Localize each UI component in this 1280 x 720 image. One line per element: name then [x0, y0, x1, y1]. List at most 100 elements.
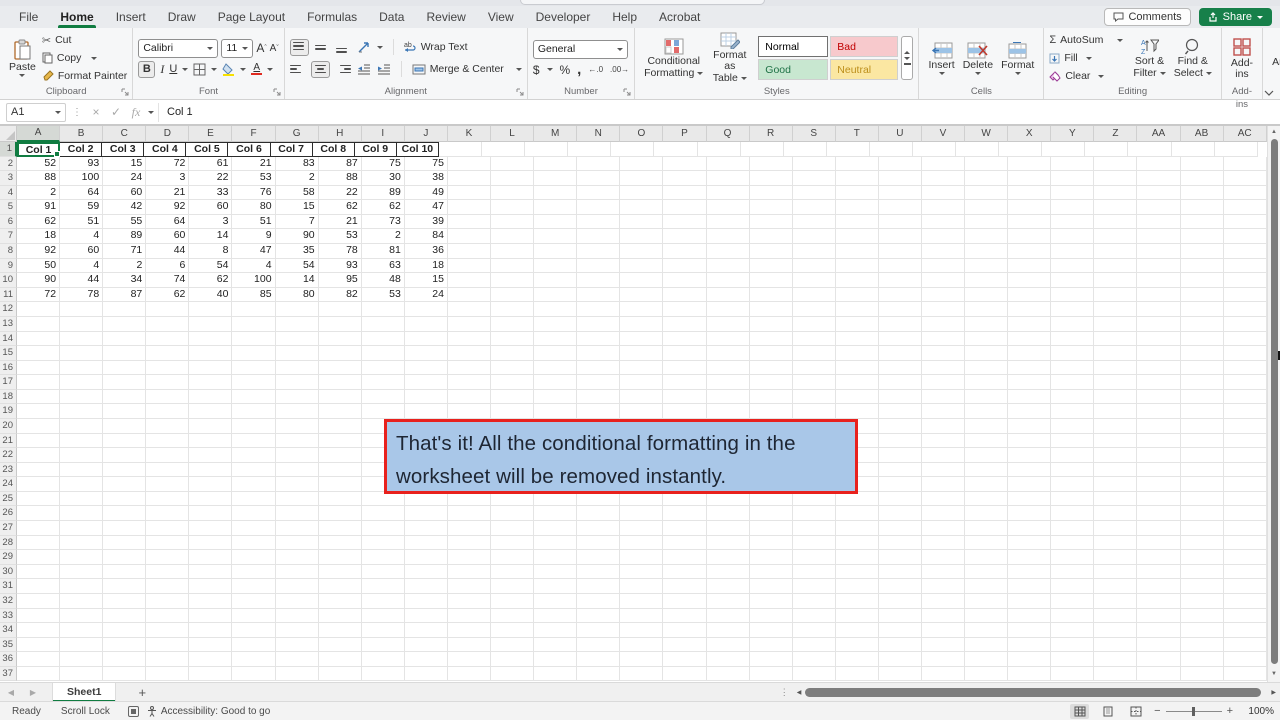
cell-I37[interactable]	[361, 666, 405, 682]
cell-Z2[interactable]	[1094, 156, 1138, 172]
cell-D16[interactable]	[146, 360, 190, 376]
cell-AC21[interactable]	[1223, 433, 1267, 449]
cell-P9[interactable]	[663, 258, 707, 274]
cell-Z7[interactable]	[1094, 229, 1138, 245]
cell-V19[interactable]	[921, 404, 966, 419]
delete-cells-button[interactable]: Delete	[959, 41, 997, 76]
cell-P25[interactable]	[663, 491, 707, 507]
row-header-8[interactable]: 8	[0, 244, 17, 259]
cell-Y14[interactable]	[1051, 331, 1095, 347]
cell-G14[interactable]	[275, 331, 319, 347]
cell-W21[interactable]	[965, 433, 1009, 449]
cell-L11[interactable]	[491, 287, 535, 303]
cell-A37[interactable]	[17, 666, 61, 682]
cell-U26[interactable]	[878, 506, 922, 522]
cell-AA27[interactable]	[1137, 521, 1181, 536]
cell-K11[interactable]	[447, 287, 492, 303]
cell-U8[interactable]	[878, 244, 922, 259]
cell-AB8[interactable]	[1180, 244, 1224, 259]
cell-P33[interactable]	[663, 608, 707, 624]
cell-M36[interactable]	[534, 652, 578, 667]
cell-AB9[interactable]	[1180, 258, 1224, 274]
cell-I27[interactable]	[361, 521, 405, 536]
cell-O35[interactable]	[620, 637, 664, 653]
zoom-slider-thumb[interactable]	[1191, 706, 1195, 716]
cell-AC17[interactable]	[1223, 375, 1267, 390]
cell-A32[interactable]	[17, 593, 61, 609]
cell-U9[interactable]	[878, 258, 922, 274]
cell-X26[interactable]	[1008, 506, 1052, 522]
tab-data[interactable]: Data	[368, 6, 415, 28]
cell-T13[interactable]	[835, 316, 879, 332]
row-header-36[interactable]: 36	[0, 652, 17, 667]
cell-AB11[interactable]	[1180, 287, 1224, 303]
column-header-F[interactable]: F	[232, 126, 276, 142]
percent-format-icon[interactable]: %	[560, 63, 571, 77]
row-header-11[interactable]: 11	[0, 287, 17, 303]
align-middle-button[interactable]	[314, 41, 330, 54]
scroll-up-icon[interactable]: ▲	[1271, 126, 1277, 138]
cell-Y9[interactable]	[1051, 258, 1095, 274]
cell-Y28[interactable]	[1051, 535, 1095, 551]
cell-AA14[interactable]	[1137, 331, 1181, 347]
cell-T29[interactable]	[835, 550, 879, 565]
cell-C25[interactable]	[103, 491, 147, 507]
cell-J7[interactable]: 84	[404, 229, 448, 245]
horizontal-scroll-thumb[interactable]	[805, 688, 1262, 697]
cell-T16[interactable]	[835, 360, 879, 376]
cell-F33[interactable]	[232, 608, 276, 624]
cell-N5[interactable]	[577, 200, 621, 215]
cell-C7[interactable]: 89	[103, 229, 147, 245]
cell-X36[interactable]	[1008, 652, 1052, 667]
cell-AA37[interactable]	[1137, 666, 1181, 682]
cell-O25[interactable]	[620, 491, 664, 507]
cell-O1[interactable]	[611, 142, 655, 157]
cell-AC9[interactable]	[1223, 258, 1267, 274]
cell-B32[interactable]	[60, 593, 104, 609]
cell-Y32[interactable]	[1051, 593, 1095, 609]
cell-D15[interactable]	[146, 346, 190, 361]
row-header-24[interactable]: 24	[0, 477, 17, 492]
cell-D17[interactable]	[146, 375, 190, 390]
cell-W36[interactable]	[965, 652, 1009, 667]
cell-Z10[interactable]	[1094, 273, 1138, 288]
cell-Z31[interactable]	[1094, 579, 1138, 594]
cell-X5[interactable]	[1008, 200, 1052, 215]
cell-G30[interactable]	[275, 564, 319, 580]
cell-L3[interactable]	[491, 171, 535, 186]
cell-V6[interactable]	[921, 214, 966, 230]
cell-R29[interactable]	[749, 550, 793, 565]
cell-V9[interactable]	[921, 258, 966, 274]
cell-O32[interactable]	[620, 593, 664, 609]
cell-O8[interactable]	[620, 244, 664, 259]
cell-R26[interactable]	[749, 506, 793, 522]
cell-G7[interactable]: 90	[275, 229, 319, 245]
cell-Z21[interactable]	[1094, 433, 1138, 449]
cell-G34[interactable]	[275, 623, 319, 638]
cell-A27[interactable]	[17, 521, 61, 536]
cell-F23[interactable]	[232, 462, 276, 478]
cell-H13[interactable]	[318, 316, 362, 332]
cell-I26[interactable]	[361, 506, 405, 522]
cell-B27[interactable]	[60, 521, 104, 536]
cell-G9[interactable]: 54	[275, 258, 319, 274]
cell-J2[interactable]: 75	[404, 156, 448, 172]
cell-R12[interactable]	[749, 302, 793, 317]
cell-B26[interactable]	[60, 506, 104, 522]
cell-I18[interactable]	[361, 389, 405, 405]
cell-Y21[interactable]	[1051, 433, 1095, 449]
align-right-button[interactable]	[336, 63, 351, 76]
cell-F19[interactable]	[232, 404, 276, 419]
cell-Q15[interactable]	[706, 346, 750, 361]
cell-L19[interactable]	[491, 404, 535, 419]
cell-H8[interactable]: 78	[318, 244, 362, 259]
cell-N2[interactable]	[577, 156, 621, 172]
cell-Y5[interactable]	[1051, 200, 1095, 215]
cell-E28[interactable]	[189, 535, 233, 551]
cell-H30[interactable]	[318, 564, 362, 580]
cell-K3[interactable]	[447, 171, 492, 186]
cell-I31[interactable]	[361, 579, 405, 594]
cell-X8[interactable]	[1008, 244, 1052, 259]
cell-M15[interactable]	[534, 346, 578, 361]
column-header-R[interactable]: R	[749, 126, 793, 142]
